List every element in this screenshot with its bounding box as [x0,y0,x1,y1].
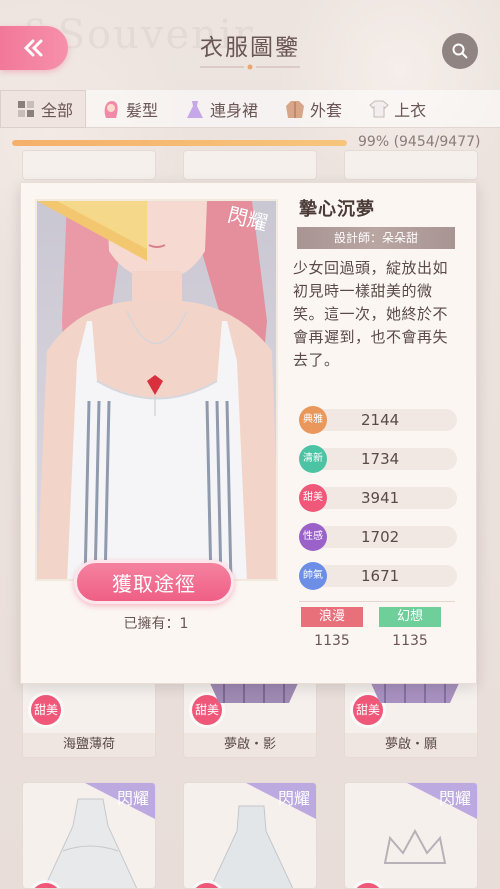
romance-value: 1135 [314,633,350,649]
tab-label: 全部 [41,100,74,120]
sweet-style-badge: 甜美 [31,695,61,725]
flash-label: 閃耀 [116,789,149,808]
hair-icon [104,100,118,118]
collection-progress-text: 99% (9454/9477) [358,134,481,150]
card-name: 夢啟・願 [345,733,477,757]
item-name: 摯心沉夢 [299,199,375,220]
flash-rarity-banner [37,201,147,261]
owned-count: 已擁有：1 [123,616,189,632]
stat-sexy: 性感 1702 [299,523,457,551]
grid-icon [18,100,34,117]
grid-card[interactable]: 甜美 夢啟・影 [183,680,317,758]
crown-thumbnail [383,828,447,864]
tab-top[interactable]: 上衣 [354,90,438,128]
search-icon [452,43,468,59]
acquire-route-button[interactable]: 獲取途徑 [74,560,234,604]
grid-card[interactable]: 閃耀 甜美 [22,782,156,889]
coat-icon [286,100,305,118]
fantasy-tag: 幻想 [379,607,441,627]
fresh-icon: 清新 [299,445,327,473]
grid-card[interactable]: 閃耀 甜美 [344,782,478,889]
sweet-style-badge: 甜美 [353,883,383,888]
grid-card[interactable]: 甜美 海鹽薄荷 [22,680,156,758]
stat-elegant: 典雅 2144 [299,406,457,434]
tab-all[interactable]: 全部 [0,89,87,128]
stat-fresh: 清新 1734 [299,445,457,473]
grid-card[interactable]: 甜美 夢啟・願 [344,680,478,758]
grid-card[interactable] [22,150,156,180]
elegant-icon: 典雅 [299,406,327,434]
card-name: 海鹽薄荷 [23,733,155,757]
top-icon [369,100,389,117]
item-portrait: 閃耀 [35,199,278,581]
skirt-thumbnail [209,681,299,703]
sweet-icon: 甜美 [299,484,327,512]
tab-label: 外套 [310,100,343,120]
tab-label: 上衣 [394,100,427,120]
grid-card[interactable]: 閃耀 甜美 [183,782,317,889]
tab-dress[interactable]: 連身裙 [170,90,270,128]
stat-value: 3941 [361,489,400,507]
designer-banner: 設計師：朵朵甜 [297,227,455,249]
stat-value: 2144 [361,411,400,429]
tab-label: 連身裙 [210,100,259,120]
collection-progress-bar [12,140,350,146]
tab-hair[interactable]: 髮型 [86,90,170,128]
stat-value: 1702 [361,528,400,546]
grid-card[interactable] [344,150,478,180]
fantasy-value: 1135 [392,633,428,649]
search-button[interactable] [442,33,478,69]
tab-coat[interactable]: 外套 [270,90,354,128]
category-tabs: 全部 髮型 連身裙 外套 上衣 [0,89,500,128]
stat-sweet: 甜美 3941 [299,484,457,512]
stat-value: 1734 [361,450,400,468]
skirt-thumbnail [370,681,460,703]
stat-value: 1671 [361,567,400,585]
cool-icon: 帥氣 [299,562,327,590]
grid-card[interactable] [183,150,317,180]
flash-label: 閃耀 [438,789,471,808]
dress-icon [187,100,204,118]
sexy-icon: 性感 [299,523,327,551]
title-ornament [200,64,300,70]
flash-label: 閃耀 [277,789,310,808]
tab-label: 髮型 [126,100,159,120]
card-name: 夢啟・影 [184,733,316,757]
page-title: 衣服圖鑒 [200,35,300,61]
stat-cool: 帥氣 1671 [299,562,457,590]
romance-tag: 浪漫 [301,607,363,627]
item-description: 少女回過頭，綻放出如初見時一樣甜美的微笑。這一次，她終於不會再遲到，也不會再失去… [293,259,449,369]
item-detail-popup: 閃耀 獲取途徑 已擁有：1 摯心沉夢 設計師：朵朵甜 少女回過頭，綻放出如初見時… [20,182,477,684]
progress-fill [12,140,347,146]
divider [299,601,455,602]
